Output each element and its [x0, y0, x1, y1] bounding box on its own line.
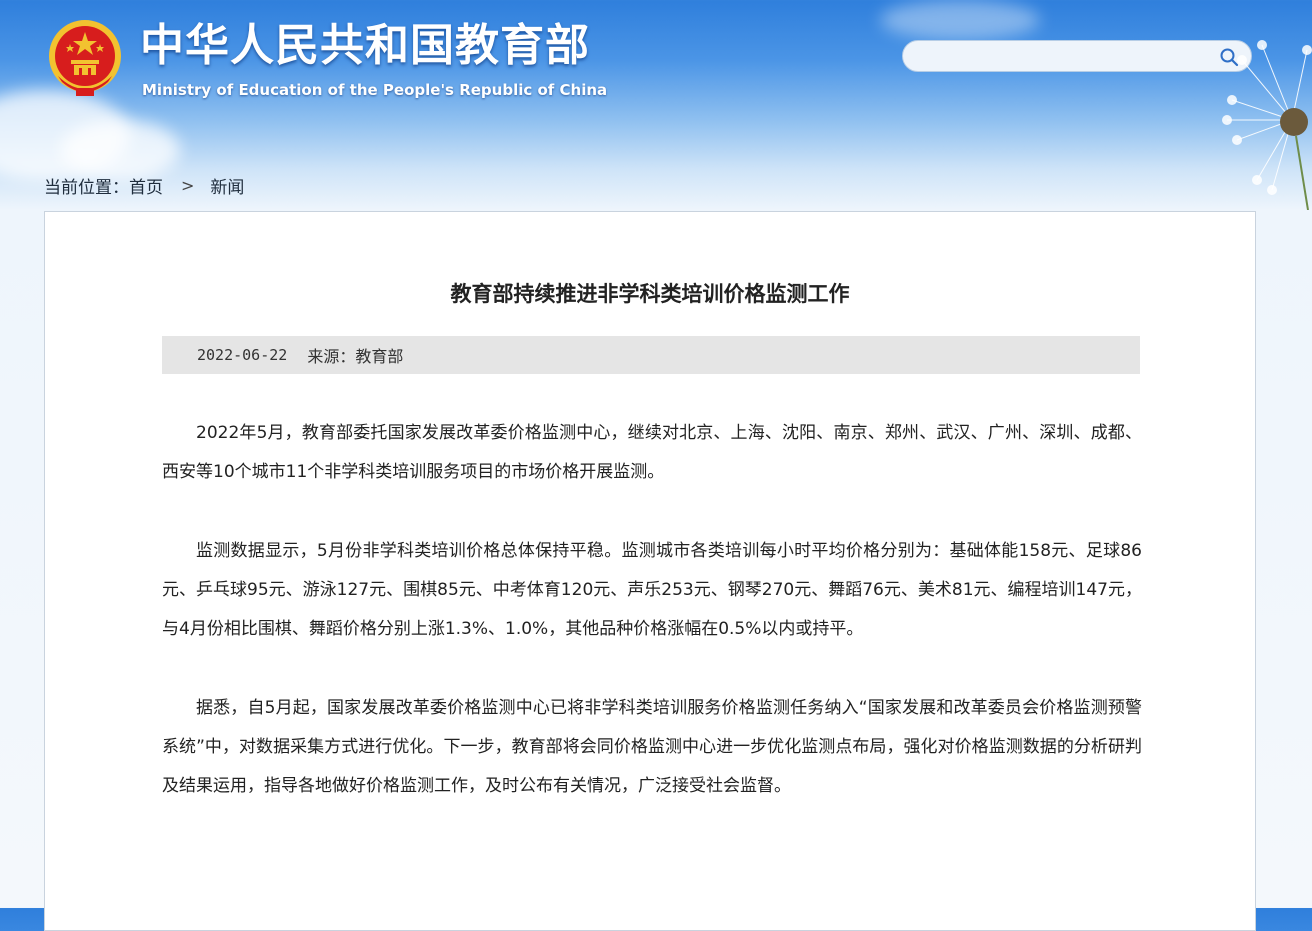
article-title: 教育部持续推进非学科类培训价格监测工作 — [450, 282, 850, 306]
breadcrumb-current-link[interactable]: 新闻 — [210, 173, 244, 198]
breadcrumb-separator: > — [181, 176, 195, 195]
national-emblem-icon — [49, 20, 121, 96]
article-paragraph: 2022年5月，教育部委托国家发展改革委价格监测中心，继续对北京、上海、沈阳、南… — [162, 423, 1142, 482]
article-source: 教育部 — [355, 347, 404, 366]
site-title-en[interactable]: Ministry of Education of the People's Re… — [142, 81, 607, 99]
article-source-label: 来源： — [307, 347, 356, 366]
dandelion-decoration — [1222, 40, 1312, 210]
article-meta-bar: 2022-06-22 来源： 教育部 — [162, 336, 1140, 374]
cloud-decoration — [60, 120, 180, 180]
breadcrumb-label: 当前位置： — [44, 178, 129, 198]
article-paragraph: 据悉，自5月起，国家发展改革委价格监测中心已将非学科类培训服务价格监测任务纳入“… — [162, 698, 1142, 796]
article-paragraph: 监测数据显示，5月份非学科类培训价格总体保持平稳。监测城市各类培训每小时平均价格… — [162, 541, 1142, 639]
cloud-decoration — [880, 0, 1040, 40]
article-date: 2022-06-22 — [197, 346, 288, 364]
breadcrumb: 当前位置： 首页 > 新闻 — [44, 173, 244, 198]
breadcrumb-home-link[interactable]: 首页 — [129, 173, 163, 198]
search-input[interactable] — [917, 46, 1211, 68]
article-card: 教育部持续推进非学科类培训价格监测工作 2022-06-22 来源： 教育部 2… — [44, 211, 1256, 931]
article-body: 2022年5月，教育部委托国家发展改革委价格监测中心，继续对北京、上海、沈阳、南… — [162, 414, 1142, 846]
search-box[interactable] — [902, 40, 1252, 72]
site-title-cn[interactable]: 中华人民共和国教育部 — [140, 20, 590, 72]
